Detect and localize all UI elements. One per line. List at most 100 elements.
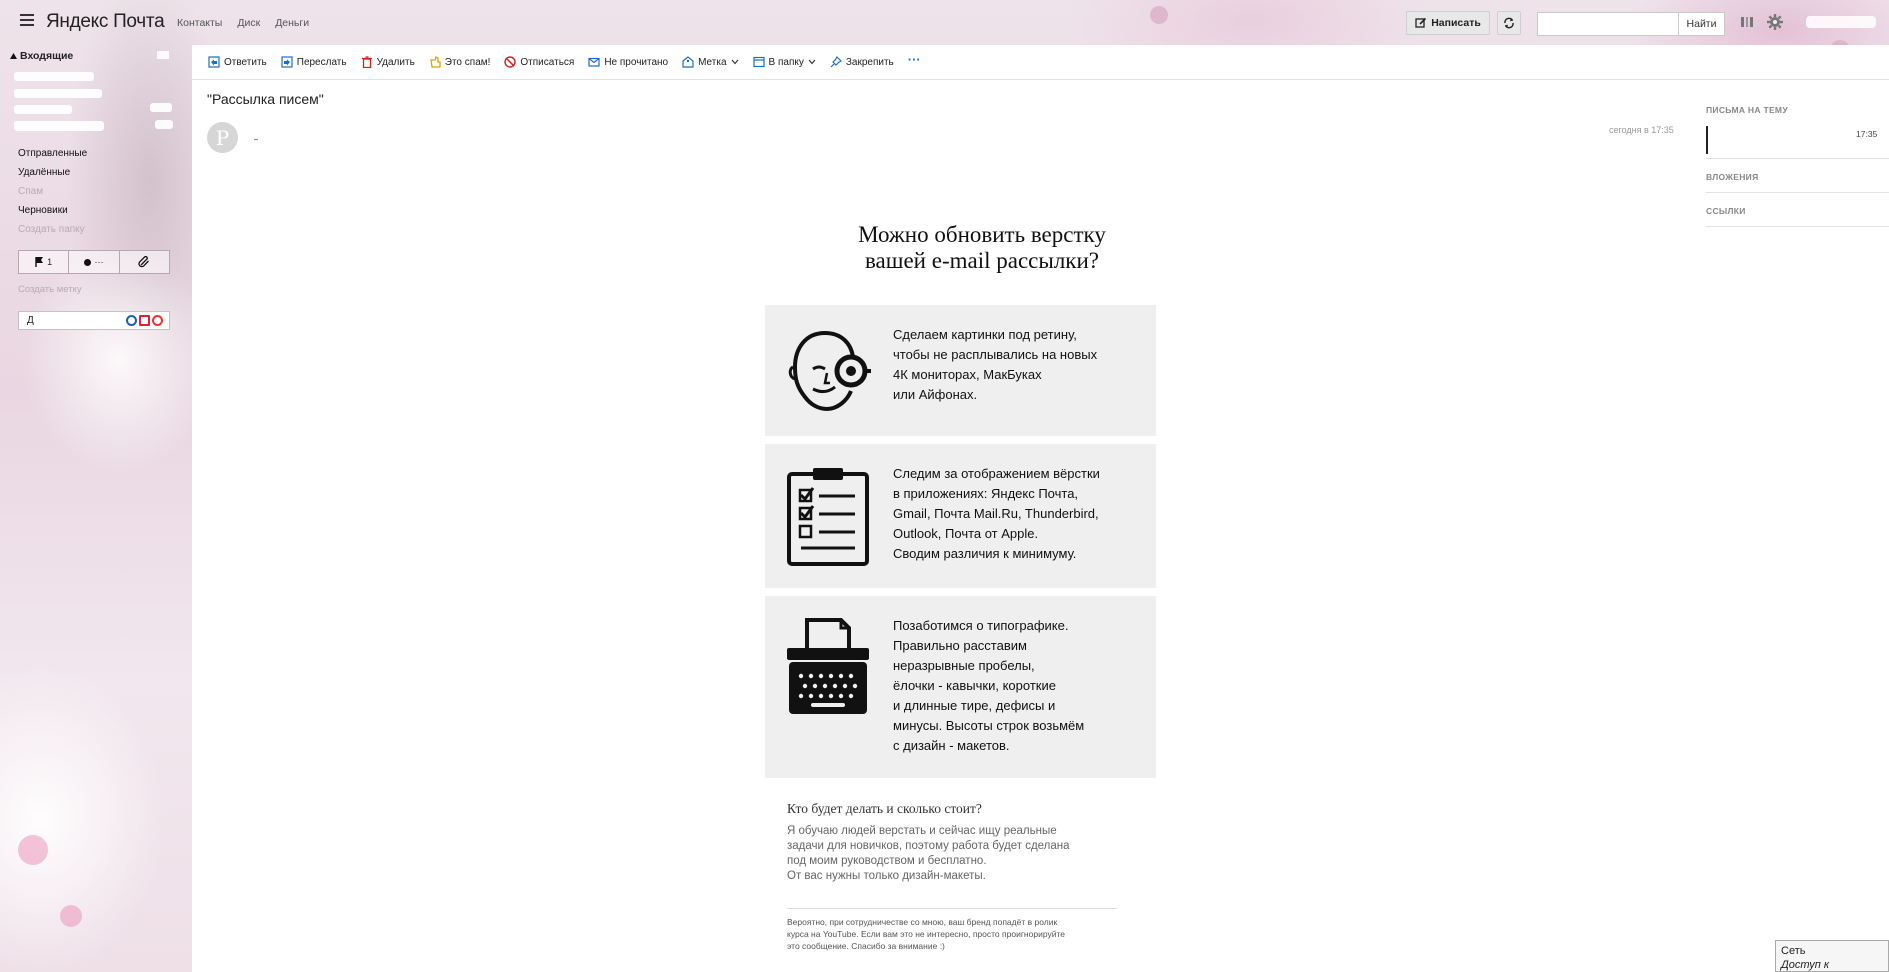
prohibited-icon [504,56,517,68]
refresh-button[interactable] [1497,11,1521,35]
search-button[interactable]: Найти [1679,12,1725,36]
folder-inbox-label: Входящие [20,50,74,62]
redacted-folder[interactable] [14,72,94,81]
more-icon: ··· [907,52,921,67]
pin-button[interactable]: Закрепить [830,56,894,68]
section-divider [1706,192,1889,193]
message-toolbar: Ответить Переслать Удалить Это спам! Отп… [192,45,1889,80]
search-input[interactable] [1537,12,1679,36]
top-nav: Контакты Диск Деньги [177,17,309,29]
mailru-icon[interactable] [126,315,137,326]
email-title: Можно обновить верстку вашей e-mail расс… [722,222,1242,274]
folder-drafts[interactable]: Черновики [18,205,68,216]
paperclip-icon [138,256,150,268]
reply-button[interactable]: Ответить [208,56,267,68]
rambler-icon[interactable] [152,315,163,326]
compose-label: Написать [1431,17,1481,29]
nav-disk[interactable]: Диск [237,17,260,29]
label-icon [682,56,694,68]
reply-label: Ответить [224,56,267,68]
label-dropdown[interactable]: Метка [682,56,738,68]
layout-toggle-icon[interactable] [1740,15,1754,29]
redacted-folder[interactable] [14,89,102,98]
pencil-icon [1415,17,1427,28]
redacted-folder[interactable] [14,105,72,114]
label-dropdown-label: Метка [698,56,727,68]
refresh-icon [1504,17,1514,29]
create-folder-link[interactable]: Создать папку [18,224,85,235]
feature-card: Позаботимся о типографике. Правильно рас… [765,596,1156,778]
user-menu[interactable] [1806,16,1876,28]
feature-card: Сделаем картинки под ретину, чтобы не ра… [765,305,1156,436]
redacted-count [155,120,173,129]
nav-contacts[interactable]: Контакты [177,17,222,29]
divider [787,908,1117,909]
compose-button[interactable]: Написать [1406,11,1490,35]
thread-section-label[interactable]: ПИСЬМА НА ТЕМУ [1706,105,1788,115]
filter-attachments[interactable] [120,251,169,273]
fine-print: Вероятно, при сотрудничестве со мною, ва… [787,917,1065,951]
forward-button[interactable]: Переслать [281,56,347,68]
thumb-down-icon [429,56,441,68]
mail-service-icons [126,315,163,326]
mark-unread-button[interactable]: Не прочитано [588,56,668,68]
create-label-link[interactable]: Создать метку [18,284,82,295]
folder-deleted[interactable]: Удалённые [18,167,70,178]
message-date: сегодня в 17:35 [1609,125,1674,135]
feature-text: Сделаем картинки под ретину, чтобы не ра… [893,327,1098,402]
network-status: Доступ к Интернету [1781,959,1830,971]
pin-label: Закрепить [845,56,894,68]
collector-text: Д [27,315,34,326]
forward-label: Переслать [296,56,347,68]
feature-text: Следим за отображением вёрстки в приложе… [893,466,1100,561]
network-name: Сеть [1781,945,1806,957]
pin-icon [830,56,842,68]
message-view: Ответить Переслать Удалить Это спам! Отп… [192,45,1889,972]
flagged-count: 1 [47,257,53,267]
move-to-folder-label: В папку [768,56,804,68]
unsubscribe-label: Отписаться [520,56,575,68]
email-title-line2: вашей e-mail рассылки? [865,248,1099,273]
sender-name[interactable] [254,139,258,140]
question-text: Я обучаю людей верстать и сейчас ищу реа… [787,825,1070,882]
envelope-icon [588,56,600,68]
delete-label: Удалить [376,56,415,68]
chevron-down-icon [808,59,816,65]
filter-flagged[interactable]: 1 [19,251,70,273]
mark-unread-label: Не прочитано [604,56,669,68]
delete-button[interactable]: Удалить [361,56,415,68]
more-button[interactable]: ··· [908,52,921,67]
section-divider [1706,158,1889,159]
nav-money[interactable]: Деньги [275,17,309,29]
move-to-folder-dropdown[interactable]: В папку [752,56,816,68]
redacted-folder[interactable] [14,121,104,131]
menu-icon[interactable] [20,14,34,26]
checklist-icon [787,468,869,566]
face-loupe-icon [788,331,871,412]
folder-sent[interactable]: Отправленные [18,148,87,159]
collector-field[interactable]: Д [18,311,170,330]
folder-icon [752,56,765,68]
gear-icon[interactable] [1766,13,1784,31]
filter-unread[interactable]: ··· [69,251,120,273]
links-section-label[interactable]: ССЫЛКИ [1706,206,1746,216]
folder-inbox[interactable]: Входящие [10,50,73,62]
attachments-section-label[interactable]: ВЛОЖЕНИЯ [1706,172,1759,182]
unread-count: ··· [94,257,104,267]
email-title-line1: Можно обновить верстку [858,222,1106,247]
unsubscribe-button[interactable]: Отписаться [504,56,574,68]
question-title: Кто будет делать и сколько стоит? [787,801,982,816]
flag-icon [35,257,44,267]
sidebar: Входящие Отправленные Удалённые Спам Чер… [0,45,192,972]
thread-item-time[interactable]: 17:35 [1856,129,1877,139]
sender-avatar[interactable]: Р [207,122,238,153]
filter-bar: 1 ··· [18,250,170,274]
feature-text: Позаботимся о типографике. Правильно рас… [893,618,1085,753]
dot-icon [84,258,92,266]
chevron-down-icon [731,59,738,65]
gmail-icon[interactable] [139,315,150,326]
app-logo[interactable]: Яндекс Почта [46,11,165,33]
spam-button[interactable]: Это спам! [429,56,490,68]
inbox-count [157,51,169,59]
folder-spam[interactable]: Спам [18,186,43,197]
